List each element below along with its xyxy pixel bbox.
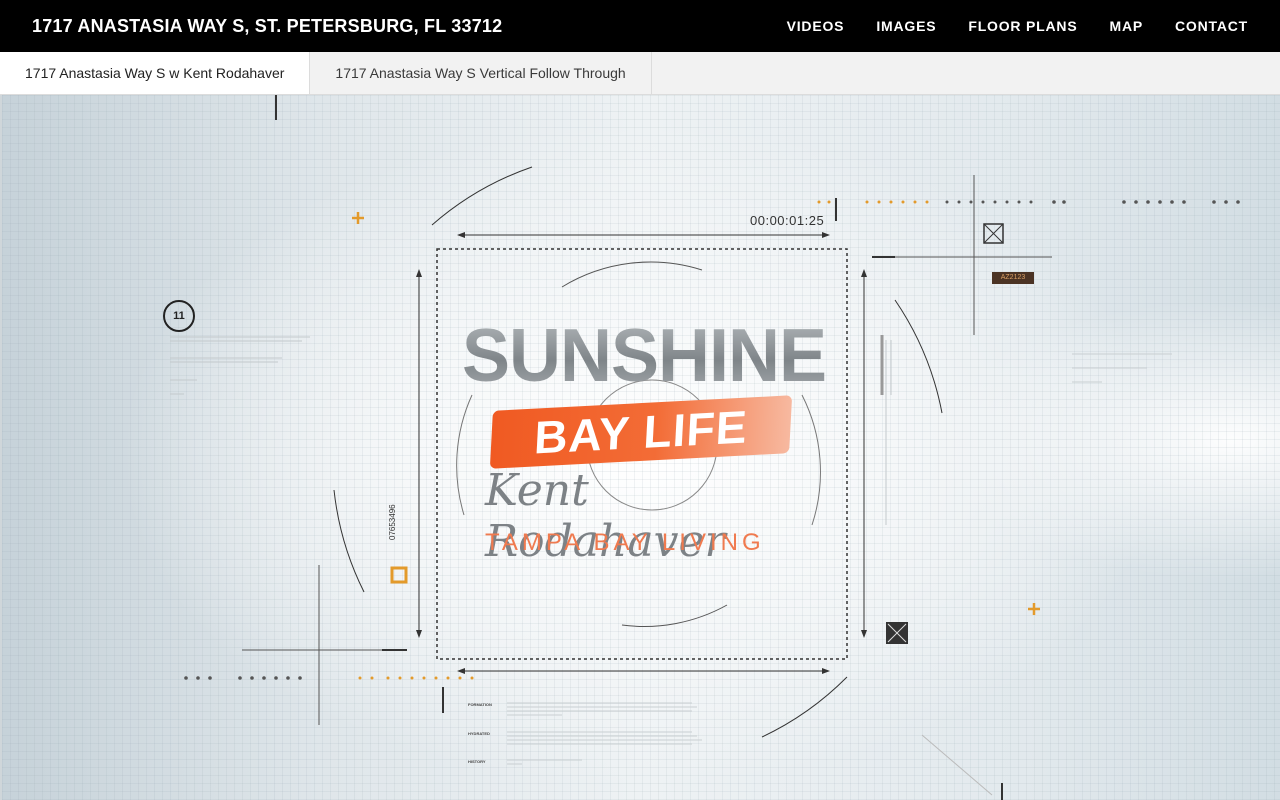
top-header: 1717 ANASTASIA WAY S, ST. PETERSBURG, FL… <box>0 0 1280 52</box>
tab-vertical-follow-through[interactable]: 1717 Anastasia Way S Vertical Follow Thr… <box>310 52 652 94</box>
logo-sunshine-text: SUNSHINE <box>462 314 827 398</box>
logo-baylife-banner: BAY LIFE <box>489 395 793 469</box>
logo-tagline: TAMPA BAY LIVING <box>485 529 765 556</box>
vertical-code: 07653496 <box>388 504 397 540</box>
label-hydrated: HYDRATED <box>468 731 490 736</box>
nav-contact[interactable]: CONTACT <box>1175 18 1248 34</box>
property-title[interactable]: 1717 ANASTASIA WAY S, ST. PETERSBURG, FL… <box>32 16 502 37</box>
counter-ring: 11 <box>163 300 195 332</box>
label-formation: FORMATION <box>468 702 492 707</box>
timecode: 00:00:01:25 <box>750 213 825 228</box>
sunshine-bay-life-logo: SUNSHINE BAY LIFE Kent Rodahaver TAMPA B… <box>457 314 827 567</box>
nav-images[interactable]: IMAGES <box>876 18 936 34</box>
video-tabs: 1717 Anastasia Way S w Kent Rodahaver 17… <box>0 52 1280 95</box>
nav-videos[interactable]: VIDEOS <box>787 18 845 34</box>
label-history: HISTORY <box>468 759 486 764</box>
tab-kent-rodahaver[interactable]: 1717 Anastasia Way S w Kent Rodahaver <box>0 52 311 94</box>
nav-floor-plans[interactable]: FLOOR PLANS <box>968 18 1077 34</box>
video-player[interactable]: 11 00:00:01:25 07653496 AZ2123 FORMATION… <box>0 95 1280 800</box>
nav-map[interactable]: MAP <box>1109 18 1143 34</box>
main-nav: VIDEOS IMAGES FLOOR PLANS MAP CONTACT <box>771 18 1264 34</box>
tag-badge: AZ2123 <box>992 272 1034 284</box>
